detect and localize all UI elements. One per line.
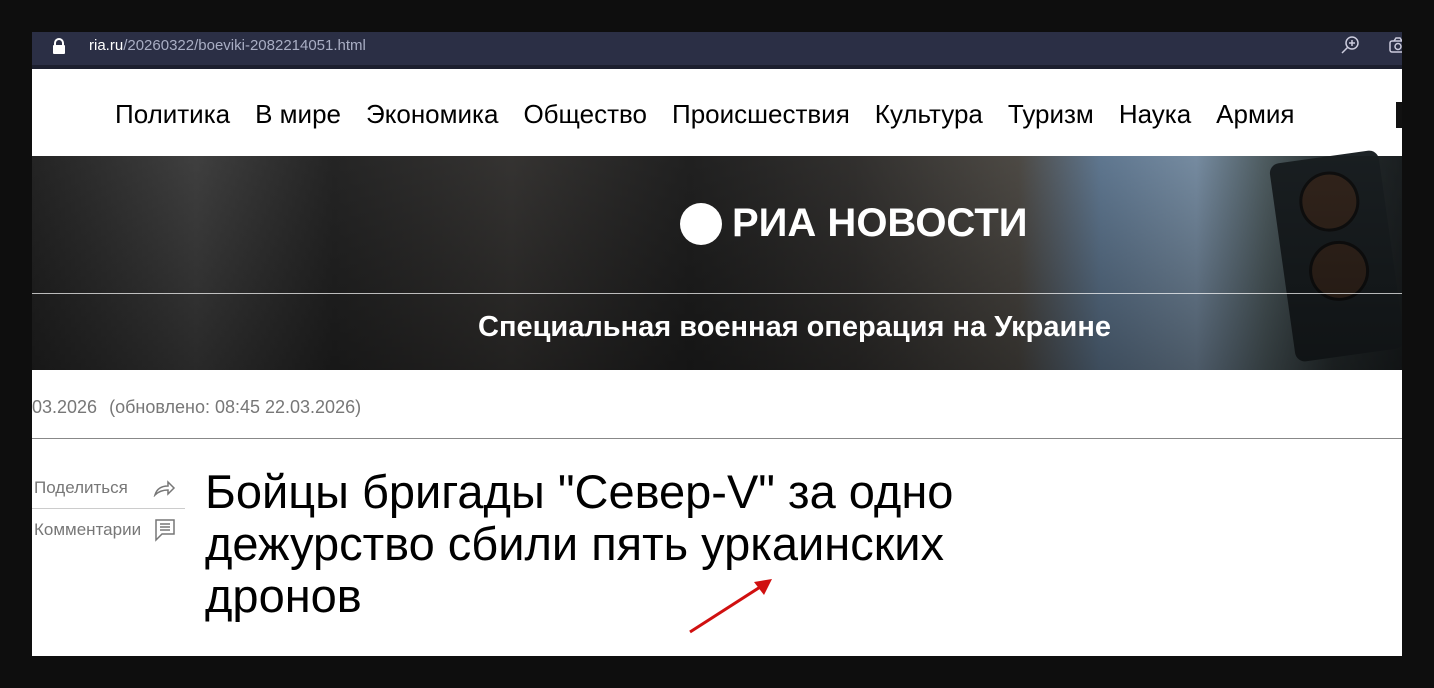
nav-item-culture[interactable]: Культура [875,99,983,130]
nav-item-army[interactable]: Армия [1216,99,1294,130]
share-icon[interactable] [152,477,176,497]
logo-globe-icon [680,202,722,245]
address-bar[interactable]: ria.ru/20260322/boeviki-2082214051.html [32,32,1402,69]
nav-item-politics[interactable]: Политика [115,99,230,130]
sidebar-divider [32,508,185,509]
divider [32,438,1402,439]
url-path: /20260322/boeviki-2082214051.html [123,37,366,54]
hero-banner: РИА НОВОСТИ Специальная военная операция… [32,149,1402,370]
hero-divider [32,293,1402,294]
nav-item-truncated[interactable] [1396,102,1402,128]
comments-button[interactable]: Комментарии [34,520,141,540]
nav-item-economy[interactable]: Экономика [366,99,498,130]
published-date: 03.2026 [32,397,98,417]
updated-date: (обновлено: 08:45 22.03.2026) [109,397,362,417]
article-dates: 03.2026 (обновлено: 08:45 22.03.2026) [32,397,361,418]
annotation-arrow-icon [689,579,772,634]
browser-window: ria.ru/20260322/boeviki-2082214051.html … [32,32,1402,656]
ria-logo[interactable]: РИА НОВОСТИ [680,201,1028,246]
share-button[interactable]: Поделиться [34,478,128,498]
camera-icon[interactable] [1388,35,1402,55]
url-domain: ria.ru [89,37,124,54]
nav-item-incidents[interactable]: Происшествия [672,99,850,130]
nav-item-science[interactable]: Наука [1119,99,1191,130]
nav-item-tourism[interactable]: Туризм [1008,99,1094,130]
nav-item-world[interactable]: В мире [255,99,341,130]
nav-item-society[interactable]: Общество [523,99,647,130]
zoom-in-icon[interactable] [1340,35,1360,55]
logo-text: РИА НОВОСТИ [732,201,1028,245]
comment-icon[interactable] [154,518,176,542]
lock-icon [53,38,65,54]
article-title: Бойцы бригады "Север-V" за одно дежурств… [205,465,954,622]
url-text[interactable]: ria.ru/20260322/boeviki-2082214051.html [89,37,366,54]
main-nav: Политика В мире Экономика Общество Проис… [32,73,1402,156]
section-title[interactable]: Специальная военная операция на Украине [32,311,1402,344]
